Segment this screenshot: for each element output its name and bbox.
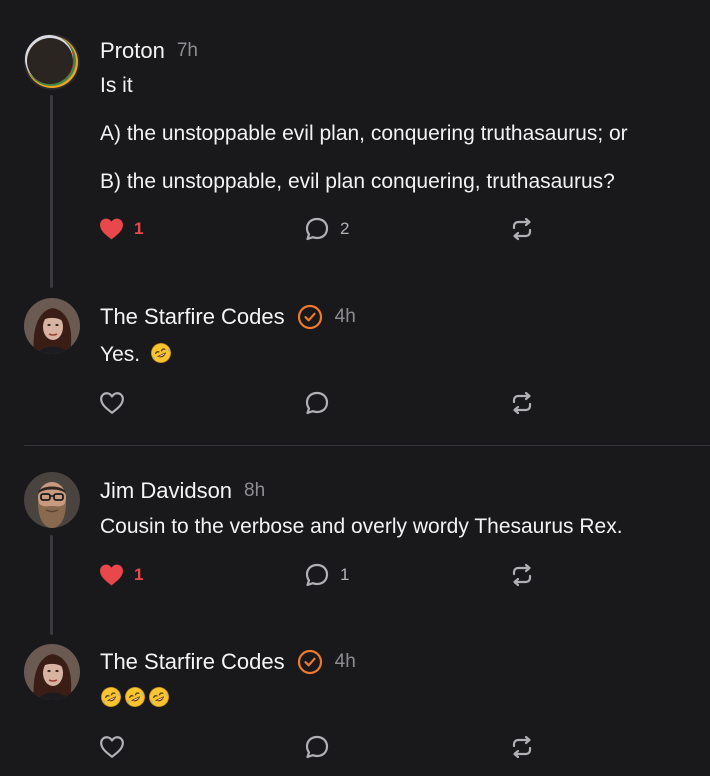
repost-button[interactable] bbox=[509, 732, 535, 762]
reply-button[interactable] bbox=[304, 388, 340, 418]
rolling-on-floor-laughing-emoji bbox=[148, 686, 170, 708]
avatar[interactable] bbox=[24, 472, 80, 528]
post-header: The Starfire Codes 4h bbox=[100, 302, 356, 332]
like-count: 1 bbox=[134, 219, 144, 238]
post-text-line: Is it bbox=[100, 74, 133, 97]
like-button[interactable] bbox=[99, 388, 135, 418]
post-text-line: B) the unstoppable, evil plan conquering… bbox=[100, 170, 615, 193]
speech-bubble-icon bbox=[305, 391, 329, 415]
speech-bubble-icon bbox=[305, 217, 329, 241]
speech-bubble-icon bbox=[305, 735, 329, 759]
post-text: Yes. bbox=[100, 343, 141, 366]
verified-badge-icon bbox=[297, 649, 322, 675]
post-text-line bbox=[100, 686, 170, 711]
verified-badge-icon bbox=[297, 304, 322, 330]
repost-icon bbox=[512, 391, 532, 415]
post-header: Jim Davidson 8h bbox=[100, 476, 265, 506]
repost-button[interactable] bbox=[509, 214, 535, 244]
like-button[interactable]: 1 bbox=[99, 214, 143, 244]
thread-line bbox=[50, 535, 53, 635]
post-timestamp[interactable]: 7h bbox=[177, 40, 198, 62]
author-name[interactable]: Proton bbox=[100, 38, 165, 64]
post-header: The Starfire Codes 4h bbox=[100, 647, 356, 677]
author-name[interactable]: The Starfire Codes bbox=[100, 304, 285, 330]
reply-count: 1 bbox=[340, 565, 350, 584]
like-count: 1 bbox=[134, 565, 144, 584]
avatar[interactable] bbox=[24, 644, 80, 700]
post-text-line: A) the unstoppable evil plan, conquering… bbox=[100, 122, 628, 145]
heart-icon bbox=[100, 736, 124, 758]
rolling-on-floor-laughing-emoji bbox=[150, 342, 172, 364]
reply-button[interactable]: 1 bbox=[304, 560, 349, 590]
repost-button[interactable] bbox=[509, 560, 535, 590]
speech-bubble-icon bbox=[305, 563, 329, 587]
rolling-on-floor-laughing-emoji bbox=[100, 686, 122, 708]
post-timestamp[interactable]: 4h bbox=[335, 651, 356, 673]
like-button[interactable]: 1 bbox=[99, 560, 143, 590]
avatar[interactable] bbox=[24, 34, 80, 90]
heart-icon bbox=[100, 564, 123, 586]
avatar[interactable] bbox=[24, 298, 80, 354]
post-timestamp[interactable]: 8h bbox=[244, 480, 265, 502]
post-header: Proton 7h bbox=[100, 36, 198, 66]
thread-divider bbox=[24, 445, 710, 446]
heart-icon bbox=[100, 392, 124, 414]
post-text-line: Cousin to the verbose and overly wordy T… bbox=[100, 515, 623, 538]
rolling-on-floor-laughing-emoji bbox=[124, 686, 146, 708]
repost-button[interactable] bbox=[509, 388, 535, 418]
author-name[interactable]: Jim Davidson bbox=[100, 478, 232, 504]
post-text-line: Yes. bbox=[100, 342, 172, 367]
reply-button[interactable]: 2 bbox=[304, 214, 349, 244]
repost-icon bbox=[512, 217, 532, 241]
reply-count: 2 bbox=[340, 219, 350, 238]
author-name[interactable]: The Starfire Codes bbox=[100, 649, 285, 675]
reply-button[interactable] bbox=[304, 732, 340, 762]
thread-line bbox=[50, 95, 53, 288]
post-timestamp[interactable]: 4h bbox=[335, 306, 356, 328]
heart-icon bbox=[100, 218, 123, 240]
repost-icon bbox=[512, 735, 532, 759]
repost-icon bbox=[512, 563, 532, 587]
like-button[interactable] bbox=[99, 732, 135, 762]
